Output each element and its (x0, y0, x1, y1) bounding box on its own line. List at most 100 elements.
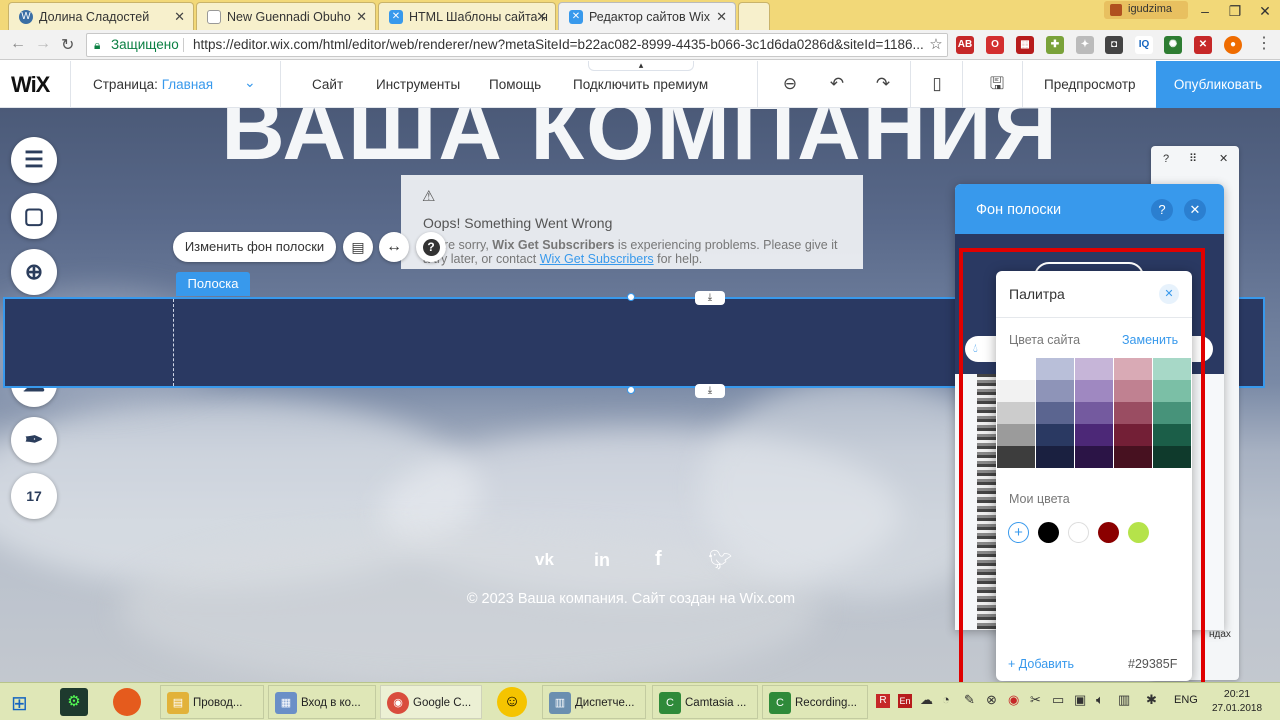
site-color-swatch[interactable] (1036, 358, 1074, 380)
extension-icon[interactable]: ● (1224, 36, 1242, 54)
taskbar-item[interactable]: C Camtasia ... (652, 685, 758, 719)
pages-button[interactable]: ☰ (11, 137, 57, 183)
undo-icon[interactable]: ↶ (826, 73, 848, 95)
taskbar-item[interactable]: ▤ Провод... (160, 685, 264, 719)
preview-button[interactable]: Предпросмотр (1044, 77, 1136, 92)
close-window-button[interactable]: ✕ (1250, 0, 1280, 22)
site-color-swatch[interactable] (1036, 380, 1074, 402)
save-icon[interactable]: 🖫︎ (986, 73, 1008, 95)
site-color-swatch[interactable] (997, 380, 1035, 402)
site-color-swatch[interactable] (997, 358, 1035, 380)
tray-icon[interactable]: ◔ (942, 692, 950, 707)
opera-icon[interactable]: O (986, 36, 1004, 54)
image-thumbnails[interactable] (977, 374, 997, 630)
publish-button[interactable]: Опубликовать (1156, 61, 1280, 108)
site-color-swatch[interactable] (1114, 446, 1152, 468)
my-color-swatch[interactable] (1068, 522, 1089, 543)
add-button[interactable]: ⊕ (11, 249, 57, 295)
address-bar[interactable]: 🔒︎ Защищено https://editor.wix.com/html/… (86, 33, 948, 57)
iq-icon[interactable]: IQ (1135, 36, 1153, 54)
site-color-grid[interactable] (996, 358, 1192, 468)
browser-tab-3[interactable]: ✕ HTML Шаблоны сайта н ✕ (378, 2, 556, 30)
my-color-swatch[interactable] (1098, 522, 1119, 543)
close-icon[interactable]: ✕ (356, 9, 367, 25)
taskbar-item[interactable]: ▦ Вход в ко... (268, 685, 376, 719)
tray-icon[interactable]: ▣ (1074, 692, 1086, 708)
vk-icon[interactable]: vk (535, 550, 554, 570)
error-link[interactable]: Wix Get Subscribers (540, 252, 654, 266)
site-color-swatch[interactable] (997, 424, 1035, 446)
close-icon[interactable]: ✕ (1219, 152, 1228, 165)
twitter-icon[interactable]: 🐦︎ (708, 548, 732, 572)
extension-icon[interactable]: ✺ (1164, 36, 1182, 54)
close-icon[interactable]: ✕ (1159, 284, 1179, 304)
start-icon[interactable]: ⊞ (11, 691, 28, 716)
help-button[interactable]: ? (416, 232, 446, 262)
taskbar-item-active[interactable]: ◉ Google C... (380, 685, 482, 719)
tray-icon[interactable]: ▭ (1052, 692, 1064, 708)
help-icon[interactable]: ? (1163, 153, 1169, 165)
close-icon[interactable]: ✕ (174, 9, 185, 25)
blog-button[interactable]: ✒ (11, 417, 57, 463)
tray-icon[interactable]: En (898, 694, 912, 708)
site-color-swatch[interactable] (1036, 424, 1074, 446)
volume-icon[interactable]: 🔈︎ (1096, 692, 1104, 708)
bluetooth-icon[interactable]: ✱ (1146, 692, 1157, 708)
add-color-link[interactable]: + Добавить (1008, 657, 1074, 671)
drag-down-handle[interactable]: ⤓ (695, 291, 725, 305)
browser-tab-2[interactable]: New Guennadi Obuho ✕ (196, 2, 376, 30)
tray-icon[interactable]: ✎ (964, 692, 975, 708)
site-color-swatch[interactable] (1153, 380, 1191, 402)
menu-tools[interactable]: Инструменты (376, 77, 460, 92)
bookmark-star-icon[interactable]: ☆ (925, 34, 947, 56)
bookings-button[interactable]: 17 (11, 473, 57, 519)
site-color-swatch[interactable] (1075, 446, 1113, 468)
chevron-down-icon[interactable]: ⌄ (244, 74, 256, 91)
tray-icon[interactable]: ✂ (1030, 692, 1041, 708)
layout-button[interactable]: ▤ (343, 232, 373, 262)
drag-handle-icon[interactable]: ⠿ (1189, 152, 1197, 165)
minimize-button[interactable]: – (1190, 0, 1220, 22)
mobile-view-icon[interactable]: ▯ (926, 73, 948, 95)
smiley-icon[interactable]: ☺ (497, 687, 527, 717)
browser-menu-icon[interactable]: ⋮ (1256, 33, 1272, 53)
menu-site[interactable]: Сайт (312, 77, 343, 92)
replace-colors-link[interactable]: Заменить (1122, 333, 1178, 347)
site-color-swatch[interactable] (1114, 402, 1152, 424)
close-icon[interactable]: ✕ (1184, 199, 1206, 221)
add-color-icon[interactable]: + (1008, 522, 1029, 543)
site-color-swatch[interactable] (1075, 402, 1113, 424)
collapse-toolbar-handle[interactable]: ▴ (588, 61, 694, 71)
close-icon[interactable]: ✕ (716, 9, 727, 25)
cloud-icon[interactable]: ☁ (920, 692, 933, 708)
network-icon[interactable]: ▥ (1118, 692, 1130, 708)
puzzle-icon[interactable]: ✚ (1046, 36, 1064, 54)
taskbar-item[interactable]: C Recording... (762, 685, 868, 719)
new-tab-button[interactable] (738, 2, 770, 30)
browser-tab-1[interactable]: W Долина Сладостей ✕ (8, 2, 194, 30)
site-color-swatch[interactable] (1036, 402, 1074, 424)
language-indicator[interactable]: ENG (1174, 694, 1198, 706)
site-color-swatch[interactable] (1075, 424, 1113, 446)
resize-handle-bottom[interactable] (627, 386, 635, 394)
extension-icon[interactable]: ✦ (1076, 36, 1094, 54)
my-color-swatch[interactable] (1038, 522, 1059, 543)
menu-help[interactable]: Помощь (489, 77, 541, 92)
site-color-swatch[interactable] (1153, 424, 1191, 446)
site-color-swatch[interactable] (1075, 358, 1113, 380)
background-button[interactable]: ▢ (11, 193, 57, 239)
site-color-swatch[interactable] (997, 446, 1035, 468)
extension-icon[interactable]: ◘ (1105, 36, 1123, 54)
chrome-tray-icon[interactable]: ◉ (1008, 692, 1019, 708)
linkedin-icon[interactable]: in (594, 550, 610, 571)
page-selector[interactable]: Страница: Главная (93, 77, 213, 92)
site-color-swatch[interactable] (1114, 358, 1152, 380)
facebook-icon[interactable]: f (655, 548, 662, 571)
my-color-swatch[interactable] (1128, 522, 1149, 543)
tray-icon[interactable]: ⊗ (986, 692, 997, 708)
site-color-swatch[interactable] (1075, 380, 1113, 402)
close-icon[interactable]: ✕ (536, 9, 547, 25)
firefox-icon[interactable] (113, 688, 141, 716)
change-strip-background-button[interactable]: Изменить фон полоски (173, 232, 336, 262)
resize-handle-top[interactable] (627, 293, 635, 301)
